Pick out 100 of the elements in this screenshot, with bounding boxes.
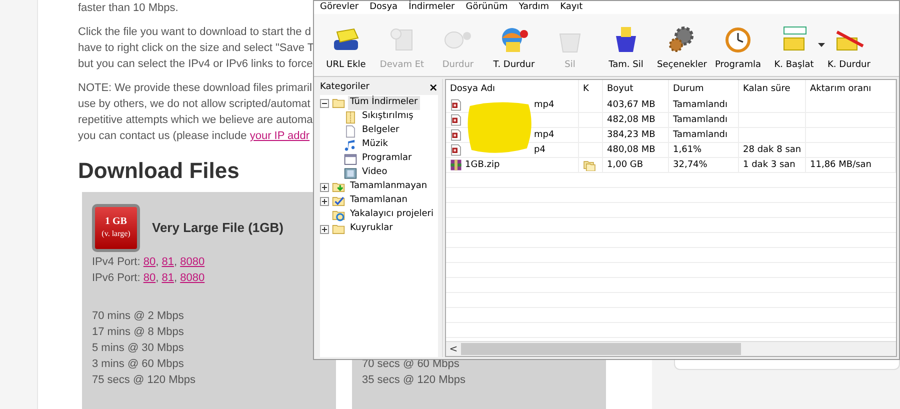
column-header[interactable]: Kalan süre	[739, 80, 806, 98]
speed-line: 5 mins @ 30 Mbps	[92, 341, 184, 356]
tree-item[interactable]: Kuyruklar	[348, 222, 395, 236]
toolbar-button[interactable]: Seçenekler	[654, 24, 710, 76]
size-badge: 1 GB (v. large)	[92, 204, 140, 252]
tree-item[interactable]: Tamamlanmayan	[348, 180, 430, 194]
toolbar-button[interactable]: K. Başlat	[766, 24, 822, 76]
port-link[interactable]: 8080	[180, 272, 205, 284]
folder-icon	[332, 96, 345, 110]
port-link[interactable]: 80	[143, 256, 156, 268]
tree-item[interactable]: Programlar	[360, 152, 414, 166]
port-link[interactable]: 81	[162, 272, 174, 284]
file-name: p4	[534, 144, 546, 156]
scrollbar-thumb[interactable]	[461, 343, 741, 355]
table-cell-text: Tamamlandı	[673, 128, 728, 142]
menu-item[interactable]: Yardım	[518, 1, 550, 14]
paragraph-line: have to right click on the size and select "Save T	[78, 41, 314, 56]
file-name: mp4	[534, 128, 554, 142]
table-cell-text: Tamamlandı	[673, 98, 728, 112]
table-cell-text: 482,08 MB	[607, 114, 656, 126]
tree-item[interactable]: Video	[360, 166, 390, 180]
column-header[interactable]: Durum	[669, 80, 739, 98]
menu-item[interactable]: Görünüm	[466, 1, 508, 14]
tree-item[interactable]: Belgeler	[360, 124, 402, 138]
table-cell-text: 11,86 MB/san	[810, 158, 872, 172]
archive-icon	[450, 159, 462, 171]
speed-line: 35 secs @ 120 Mbps	[362, 373, 466, 388]
toolbar-button[interactable]: T. Durdur	[486, 24, 542, 76]
tree-item[interactable]: Tamamlanan	[348, 194, 410, 208]
paragraph-line: NOTE: We provide these download files primaril	[78, 81, 312, 96]
column-header[interactable]: K	[579, 80, 603, 98]
port-label: IPv6 Port:	[92, 272, 140, 284]
speed-line: 3 mins @ 60 Mbps	[92, 357, 184, 372]
video-file-icon	[450, 144, 462, 156]
toolbar-button[interactable]: Tam. Sil	[598, 24, 654, 76]
toolbar-button[interactable]: URL Ekle	[318, 24, 374, 76]
table-cell-text: 1 dak 3 san	[743, 158, 796, 172]
menu-item[interactable]: Kayıt	[560, 1, 583, 14]
panel-title: Kategoriler	[320, 81, 370, 94]
video-file-icon	[450, 129, 462, 141]
toolbar-button[interactable]: Programla	[710, 24, 766, 76]
table-cell-text: 480,08 MB	[607, 144, 656, 156]
expand-icon[interactable]	[320, 182, 329, 192]
caret-icon[interactable]	[818, 43, 825, 47]
port-link[interactable]: 80	[143, 272, 156, 284]
folder-globe-icon	[332, 208, 345, 222]
separator: ,	[156, 272, 159, 284]
file-name: mp4	[534, 98, 554, 112]
menu-item[interactable]: Görevler	[320, 1, 359, 14]
folder-download-icon	[332, 180, 345, 194]
paragraph-line: repetitive attempts which we believe are automa	[78, 113, 313, 128]
speed-line: 17 mins @ 8 Mbps	[92, 325, 184, 340]
speed-line: 75 secs @ 120 Mbps	[92, 373, 196, 388]
expand-icon[interactable]	[320, 196, 329, 206]
document-icon	[344, 124, 357, 138]
paragraph-line: you can contact us (please include your IP addr	[78, 129, 310, 144]
column-header[interactable]: Boyut	[603, 80, 669, 98]
video-file-icon	[450, 99, 462, 111]
collapse-icon[interactable]	[320, 98, 329, 108]
tree-item[interactable]: Sıkıştırılmış	[360, 110, 416, 124]
menu-item[interactable]: İndirmeler	[408, 1, 455, 14]
folder-icon	[332, 222, 345, 236]
file-name: 1GB.zip	[465, 158, 500, 172]
table-cell-text: 384,23 MB	[607, 128, 656, 142]
ip-address-link[interactable]: your IP addr	[250, 130, 310, 142]
paragraph-line: use by others, we do not allow scripted/automat	[78, 97, 310, 112]
video-file-icon	[450, 114, 462, 126]
window-icon	[344, 152, 357, 166]
paragraph-line: Click the file you want to download to start the d	[78, 25, 311, 40]
close-button[interactable]: ×	[428, 81, 438, 95]
table-cell-text: 28 dak 8 san	[743, 144, 802, 156]
card-title: Very Large File (1GB)	[152, 219, 284, 238]
table-cell-text: 403,67 MB	[607, 98, 656, 112]
table-cell-text: 1,61%	[673, 144, 702, 156]
tree-item[interactable]: Yakalayıcı projeleri	[348, 208, 436, 222]
section-heading: Download Files	[78, 158, 240, 184]
toolbar-button[interactable]: K. Durdur	[821, 24, 877, 76]
expand-icon[interactable]	[320, 224, 329, 234]
tree-item[interactable]: Müzik	[360, 138, 390, 152]
archive-icon	[344, 110, 357, 124]
speed-line: 70 mins @ 2 Mbps	[92, 309, 184, 324]
tree-item[interactable]: Tüm İndirmeler	[348, 96, 420, 110]
music-note-icon	[344, 138, 357, 152]
port-link[interactable]: 81	[162, 256, 174, 268]
column-header[interactable]: Aktarım oranı	[806, 80, 896, 98]
table-cell-text: Tamamlandı	[673, 114, 728, 126]
film-icon	[344, 166, 357, 180]
menu-item[interactable]: Dosya	[370, 1, 398, 14]
column-header[interactable]: Dosya Adı	[446, 80, 579, 98]
port-label: IPv4 Port:	[92, 256, 140, 268]
separator: ,	[174, 272, 178, 284]
paragraph-line: but you can select the IPv4 or IPv6 links to force	[78, 57, 313, 72]
folder-check-icon	[332, 194, 345, 208]
paragraph-line: faster than 10 Mbps.	[78, 1, 178, 16]
port-link[interactable]: 8080	[180, 256, 205, 268]
scroll-left-button[interactable]: <	[446, 342, 461, 356]
separator: ,	[174, 256, 178, 268]
table-cell-text: 1,00 GB	[607, 158, 644, 172]
table-cell-text: 32,74%	[673, 158, 708, 172]
separator: ,	[156, 256, 159, 268]
